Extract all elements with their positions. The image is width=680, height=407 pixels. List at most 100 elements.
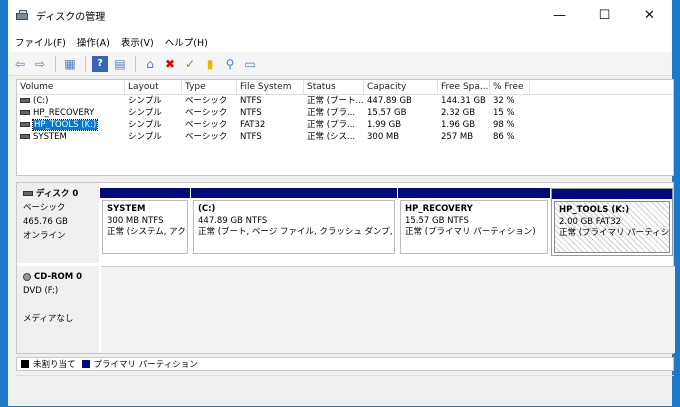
window-title: ディスクの管理: [36, 12, 106, 23]
cell-layout: シンプル: [128, 108, 162, 118]
partition-status: 正常 (システム, アクテ: [107, 227, 188, 237]
partition-name: (C:): [198, 204, 216, 214]
header-percent-free[interactable]: % Free: [490, 80, 530, 94]
partition-size: 15.57 GB NTFS: [405, 215, 469, 226]
header-type[interactable]: Type: [182, 80, 237, 94]
partition-system[interactable]: SYSTEM 300 MB NTFS 正常 (システム, アクテ: [100, 188, 190, 256]
volume-icon: [20, 134, 30, 139]
cell-file-system: NTFS: [240, 108, 262, 118]
close-button[interactable]: ✕: [627, 0, 672, 31]
cdrom-0-type: DVD (F:): [23, 286, 59, 296]
back-arrow-icon[interactable]: ⇦: [12, 56, 28, 72]
legend: 未割り当て プライマリ パーティション: [16, 357, 674, 371]
disk-management-icon: [16, 10, 30, 21]
partition-status: 正常 (ブート, ページ ファイル, クラッシュ ダンプ, プライマ!: [198, 227, 394, 237]
cell-layout: シンプル: [128, 120, 162, 130]
disk-icon: [23, 191, 33, 196]
cell-capacity: 300 MB: [367, 132, 400, 142]
legend-primary-partition: プライマリ パーティション: [81, 358, 198, 370]
console-icon[interactable]: ▭: [242, 56, 258, 72]
header-file-system[interactable]: File System: [237, 80, 304, 94]
cell-status: 正常 (シス...: [307, 132, 356, 142]
disk-0-type: ベーシック: [23, 203, 66, 213]
partition-size: 300 MB NTFS: [107, 215, 164, 226]
header-layout[interactable]: Layout: [125, 80, 182, 94]
cell-free-space: 257 MB: [441, 132, 474, 142]
disk-0-status: オンライン: [23, 231, 66, 241]
menu-file[interactable]: ファイル(F): [15, 35, 66, 49]
cell-capacity: 15.57 GB: [367, 108, 407, 118]
cell-file-system: FAT32: [240, 120, 266, 130]
header-free-space[interactable]: Free Spa...: [438, 80, 490, 94]
forward-arrow-icon[interactable]: ⇨: [32, 56, 48, 72]
disk-view-icon[interactable]: ▦: [62, 56, 78, 72]
toolbar: ⇦ ⇨ ▦ ? ▤ ⌂ ✖ ✓ ▮ ⚲ ▭: [8, 52, 672, 76]
cell-type: ベーシック: [185, 120, 228, 130]
partition-c[interactable]: (C:) 447.89 GB NTFS 正常 (ブート, ページ ファイル, ク…: [191, 188, 397, 256]
cell-type: ベーシック: [185, 96, 228, 106]
cell-status: 正常 (プラ...: [307, 108, 356, 118]
cell-free-space: 1.96 GB: [441, 120, 476, 130]
volume-row[interactable]: HP_TOOLS (K:) シンプル ベーシック FAT32 正常 (プラ... 1.99…: [17, 119, 673, 131]
cdrom-0-name: CD-ROM 0: [34, 272, 83, 282]
disk-0-size: 465.76 GB: [23, 217, 68, 227]
cell-percent-free: 32 %: [493, 96, 515, 106]
partition-name: SYSTEM: [107, 204, 146, 214]
cell-free-space: 144.31 GB: [441, 96, 486, 106]
cdrom-0-label[interactable]: CD-ROM 0 DVD (F:) メディアなし: [17, 266, 99, 353]
cell-capacity: 447.89 GB: [367, 96, 412, 106]
minimize-button[interactable]: —: [537, 0, 582, 31]
check-icon[interactable]: ✓: [182, 56, 198, 72]
disk-graph-area: ディスク 0 ベーシック 465.76 GB オンライン SYSTEM 300 …: [16, 182, 675, 354]
header-volume[interactable]: Volume: [17, 80, 125, 94]
cell-percent-free: 86 %: [493, 132, 515, 142]
partition-status: 正常 (プライマリ パーティション): [405, 227, 536, 237]
search-icon[interactable]: ⚲: [222, 56, 238, 72]
cell-volume: (C:): [17, 95, 125, 107]
cell-file-system: NTFS: [240, 96, 262, 106]
legend-swatch: [81, 360, 90, 368]
title-bar: ディスクの管理 — ☐ ✕: [8, 0, 672, 31]
partition-status: 正常 (プライマリ パーティション): [559, 228, 670, 238]
volume-row[interactable]: (C:) シンプル ベーシック NTFS 正常 (ブート... 447.89 GB 144.…: [17, 95, 673, 107]
menu-help[interactable]: ヘルプ(H): [165, 35, 208, 49]
help-icon[interactable]: ?: [92, 55, 108, 72]
volume-icon: [20, 98, 30, 103]
partition-name: HP_TOOLS (K:): [559, 205, 630, 215]
cdrom-0-status: メディアなし: [23, 314, 74, 324]
menu-view[interactable]: 表示(V): [121, 35, 154, 49]
volume-list[interactable]: Volume Layout Type File System Status Ca…: [16, 79, 674, 176]
disk-0-row: ディスク 0 ベーシック 465.76 GB オンライン SYSTEM 300 …: [17, 183, 675, 263]
properties-icon[interactable]: ▤: [112, 56, 128, 72]
menu-bar: ファイル(F) 操作(A) 表示(V) ヘルプ(H): [8, 31, 672, 52]
cell-percent-free: 98 %: [493, 120, 515, 130]
cell-percent-free: 15 %: [493, 108, 515, 118]
legend-swatch: [21, 360, 29, 368]
volume-row[interactable]: SYSTEM シンプル ベーシック NTFS 正常 (シス... 300 MB 257 MB…: [17, 131, 673, 143]
partition-hp-recovery[interactable]: HP_RECOVERY 15.57 GB NTFS 正常 (プライマリ パーティ…: [398, 188, 550, 256]
partition-name: HP_RECOVERY: [405, 204, 473, 214]
volume-icon: [20, 110, 30, 115]
header-capacity[interactable]: Capacity: [364, 80, 438, 94]
partition-size: 447.89 GB NTFS: [198, 215, 268, 226]
partition-hp-tools[interactable]: HP_TOOLS (K:) 2.00 GB FAT32 正常 (プライマリ パー…: [551, 188, 673, 256]
cdrom-0-empty-area[interactable]: [101, 266, 675, 353]
maximize-button[interactable]: ☐: [582, 0, 627, 31]
cell-status: 正常 (ブート...: [307, 96, 364, 106]
cell-free-space: 2.32 GB: [441, 108, 476, 118]
cell-file-system: NTFS: [240, 132, 262, 142]
menu-action[interactable]: 操作(A): [77, 35, 110, 49]
cell-volume: HP_TOOLS (K:): [17, 119, 125, 131]
volume-icon: [20, 122, 30, 127]
partition-size: 2.00 GB FAT32: [559, 216, 622, 227]
volume-row[interactable]: HP_RECOVERY シンプル ベーシック NTFS 正常 (プラ... 15.57 G…: [17, 107, 673, 119]
disk-management-window: ディスクの管理 — ☐ ✕ ファイル(F) 操作(A) 表示(V) ヘルプ(H)…: [7, 0, 675, 407]
new-folder-icon[interactable]: ▮: [202, 56, 218, 72]
volume-list-header: Volume Layout Type File System Status Ca…: [17, 80, 673, 95]
cell-layout: シンプル: [128, 96, 162, 106]
status-bar: [16, 375, 674, 389]
delete-icon[interactable]: ✖: [162, 56, 178, 72]
connect-icon[interactable]: ⌂: [142, 56, 158, 72]
disk-0-label[interactable]: ディスク 0 ベーシック 465.76 GB オンライン: [17, 183, 99, 263]
header-status[interactable]: Status: [304, 80, 364, 94]
